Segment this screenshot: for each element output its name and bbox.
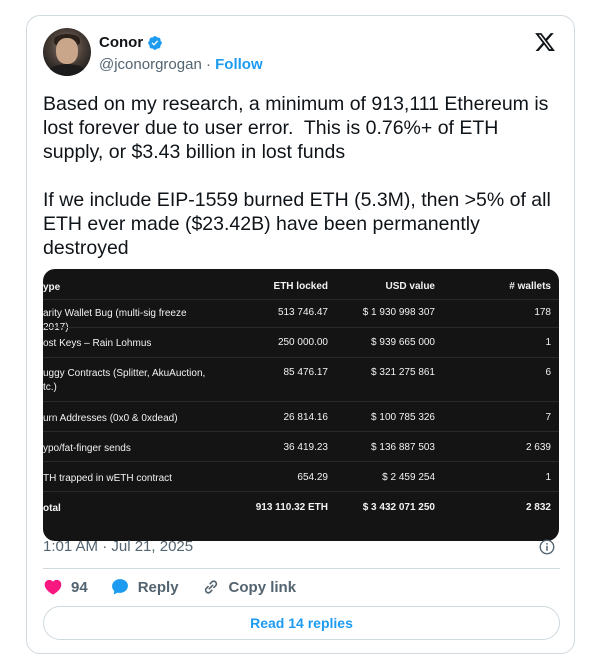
like-button[interactable]: 94 xyxy=(43,577,88,597)
row-wallets: 1 xyxy=(545,472,551,483)
table-image[interactable]: ype ETH locked USD value # wallets arity… xyxy=(43,269,559,541)
like-count: 94 xyxy=(71,578,88,596)
author-name-row: Conor xyxy=(99,34,163,51)
author-name[interactable]: Conor xyxy=(99,34,143,51)
divider xyxy=(43,568,560,569)
tweet-card: Conor @jconorgrogan · Follow Based on my… xyxy=(26,15,575,654)
row-type: TH trapped in wETH contract xyxy=(43,473,172,484)
row-eth-locked: 250 000.00 xyxy=(277,337,328,348)
total-eth-locked: 913 110.32 ETH xyxy=(255,502,328,513)
total-usd-value: $ 3 432 071 250 xyxy=(362,502,435,513)
row-eth-locked: 85 476.17 xyxy=(283,367,329,378)
avatar[interactable] xyxy=(43,28,91,76)
follow-button[interactable]: Follow xyxy=(215,56,263,73)
tweet-text: Based on my research, a minimum of 913,1… xyxy=(43,92,563,260)
column-header-eth-locked: ETH locked xyxy=(273,281,328,292)
column-header-type: ype xyxy=(43,282,61,293)
read-replies-button[interactable]: Read 14 replies xyxy=(43,606,560,640)
copy-link-label: Copy link xyxy=(228,578,297,596)
reply-label: Reply xyxy=(137,578,179,596)
row-wallets: 1 xyxy=(545,337,551,348)
row-usd-value: $ 100 785 326 xyxy=(371,412,435,423)
tweet-paragraph-2: If we include EIP-1559 burned ETH (5.3M)… xyxy=(43,189,557,259)
row-wallets: 7 xyxy=(545,412,551,423)
row-type: ost Keys – Rain Lohmus xyxy=(43,338,152,349)
heart-icon xyxy=(44,579,62,595)
row-eth-locked: 36 419.23 xyxy=(283,442,329,453)
handle-separator: · xyxy=(205,56,211,73)
author-handle-row: @jconorgrogan · Follow xyxy=(99,56,263,73)
reply-button[interactable]: Reply xyxy=(110,577,179,597)
copy-link-button[interactable]: Copy link xyxy=(201,577,297,597)
total-wallets: 2 832 xyxy=(525,502,551,513)
info-icon[interactable] xyxy=(538,538,556,556)
author-handle[interactable]: @jconorgrogan xyxy=(99,56,202,73)
reply-bubble-icon xyxy=(111,579,128,595)
row-usd-value: $ 2 459 254 xyxy=(382,472,435,483)
verified-badge-icon xyxy=(148,35,163,50)
row-wallets: 178 xyxy=(534,307,551,318)
x-logo-icon[interactable] xyxy=(534,31,556,53)
row-eth-locked: 26 814.16 xyxy=(283,412,329,423)
row-usd-value: $ 1 930 998 307 xyxy=(362,307,435,318)
row-usd-value: $ 939 665 000 xyxy=(371,337,435,348)
total-label: otal xyxy=(43,503,61,514)
row-eth-locked: 513 746.47 xyxy=(277,307,328,318)
row-usd-value: $ 321 275 861 xyxy=(371,367,435,378)
tweet-paragraph-1: Based on my research, a minimum of 913,1… xyxy=(43,93,554,163)
row-wallets: 2 639 xyxy=(525,442,551,453)
row-type: arity Wallet Bug (multi-sig freeze 2017) xyxy=(43,308,187,333)
row-type: urn Addresses (0x0 & 0xdead) xyxy=(43,413,178,424)
link-icon xyxy=(204,580,217,594)
row-wallets: 6 xyxy=(545,367,551,378)
action-bar: 94 Reply Copy link xyxy=(43,576,318,598)
timestamp-link[interactable]: 1:01 AM · Jul 21, 2025 xyxy=(43,538,193,555)
row-usd-value: $ 136 887 503 xyxy=(371,442,435,453)
column-header-wallets: # wallets xyxy=(509,281,551,292)
row-type: ypo/fat-finger sends xyxy=(43,443,131,454)
row-eth-locked: 654.29 xyxy=(297,472,328,483)
column-header-usd-value: USD value xyxy=(385,281,435,292)
row-type: uggy Contracts (Splitter, AkuAuction, tc… xyxy=(43,368,206,393)
